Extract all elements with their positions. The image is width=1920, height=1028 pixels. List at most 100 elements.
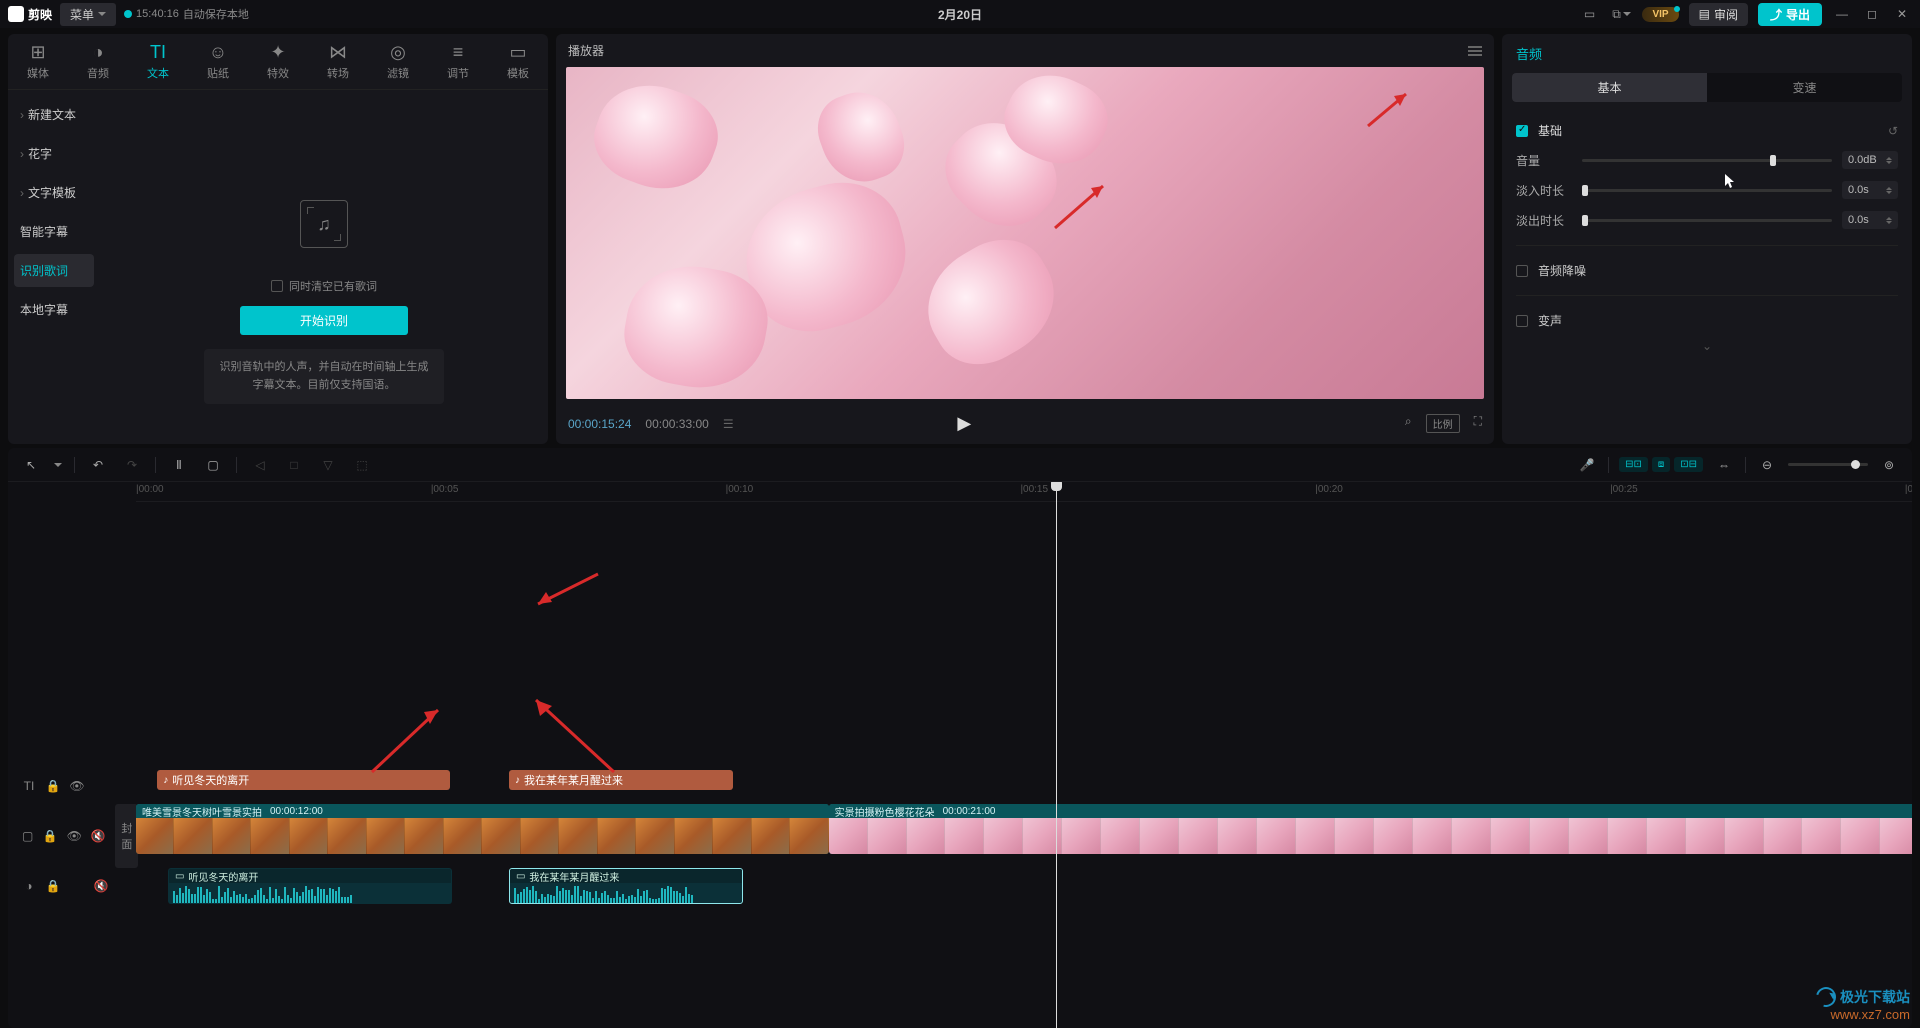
playhead[interactable] [1056, 482, 1057, 1028]
lyric-description: 识别音轨中的人声，并自动在时间轴上生成字幕文本。目前仅支持国语。 [204, 349, 444, 404]
video-clip[interactable]: 唯美雪景冬天树叶雪景实拍00:00:12:00 [136, 804, 829, 854]
volume-value[interactable]: 0.0dB [1842, 151, 1898, 169]
media-tab-1[interactable]: ◑音频 [68, 34, 128, 89]
sidebar-item-4[interactable]: 识别歌词 [14, 254, 94, 287]
media-tab-label: 文本 [147, 65, 169, 81]
media-tab-3[interactable]: ☺贴纸 [188, 34, 248, 89]
text-clip[interactable]: ♪我在某年某月醒过来 [509, 770, 733, 790]
reset-icon[interactable]: ↺ [1888, 124, 1898, 138]
snap-btn-2[interactable]: ⧈ [1652, 457, 1670, 472]
lock-icon[interactable]: 🔒 [46, 779, 60, 793]
media-tab-7[interactable]: ≡调节 [428, 34, 488, 89]
zoom-out-icon[interactable]: ⊖ [1756, 454, 1778, 476]
media-tab-label: 媒体 [27, 65, 49, 81]
expand-icon[interactable]: ⌄ [1502, 335, 1912, 357]
layout-icon[interactable]: ▭ [1578, 5, 1600, 23]
zoom-fit-icon[interactable]: ⊚ [1878, 454, 1900, 476]
fadeout-value[interactable]: 0.0s [1842, 211, 1898, 229]
lock-icon[interactable]: 🔒 [46, 879, 60, 893]
crop-icon[interactable]: ⌕ [1405, 414, 1412, 433]
fadein-slider[interactable] [1582, 189, 1832, 192]
audio-track[interactable]: ▭听见冬天的离开 ▭我在某年某月醒过来 [136, 864, 1912, 908]
ruler-label: |00:00 [136, 484, 164, 495]
media-tab-4[interactable]: ✦特效 [248, 34, 308, 89]
video-track[interactable]: 唯美雪景冬天树叶雪景实拍00:00:12:00实景拍摄粉色樱花花朵00:00:2… [136, 802, 1912, 858]
audio-clip[interactable]: ▭我在某年某月醒过来 [509, 868, 743, 904]
sidebar-item-2[interactable]: 文字模板 [14, 176, 94, 209]
start-recognition-button[interactable]: 开始识别 [240, 306, 408, 335]
close-button[interactable]: ✕ [1892, 4, 1912, 24]
maximize-button[interactable]: ◻ [1862, 4, 1882, 24]
voice-change-checkbox[interactable] [1516, 315, 1528, 327]
eye-icon[interactable]: 👁 [70, 779, 84, 793]
tab-basic[interactable]: 基本 [1512, 73, 1707, 102]
voice-change-row[interactable]: 变声 [1502, 306, 1912, 335]
lock-icon[interactable]: 🔒 [43, 829, 57, 843]
sidebar-item-5[interactable]: 本地字幕 [14, 293, 94, 326]
review-label: 审阅 [1714, 6, 1738, 23]
export-button[interactable]: ⤴ 导出 [1758, 3, 1822, 26]
media-tab-6[interactable]: ◎滤镜 [368, 34, 428, 89]
delete-button[interactable]: ▢ [202, 454, 224, 476]
checkbox-icon [271, 280, 283, 292]
timeline-tracks[interactable]: |00:00|00:05|00:10|00:15|00:20|00:25|00:… [136, 482, 1912, 1028]
mic-icon[interactable]: 🎤 [1576, 454, 1598, 476]
snap-btn-1[interactable]: ⊟⊡ [1619, 457, 1648, 472]
play-button[interactable]: ▶ [957, 413, 971, 434]
tool-b[interactable]: □ [283, 454, 305, 476]
media-tab-8[interactable]: ▭模板 [488, 34, 548, 89]
sidebar-item-1[interactable]: 花字 [14, 137, 94, 170]
ratio-button[interactable]: 比例 [1426, 414, 1460, 433]
current-time: 00:00:15:24 [568, 417, 631, 431]
tab-speed[interactable]: 变速 [1707, 73, 1902, 102]
noise-reduce-checkbox[interactable] [1516, 265, 1528, 277]
fadeout-row: 淡出时长 0.0s [1502, 205, 1912, 235]
fullscreen-icon[interactable]: ⛶ [1474, 414, 1482, 433]
display-icon[interactable]: ⧉ [1610, 5, 1632, 23]
waveform [510, 883, 742, 904]
mute-icon[interactable]: 🔇 [91, 829, 105, 843]
zoom-slider[interactable] [1788, 463, 1868, 466]
basic-checkbox[interactable] [1516, 125, 1528, 137]
tool-a[interactable]: ◁ [249, 454, 271, 476]
tool-chevron-icon[interactable] [54, 463, 62, 467]
vip-badge[interactable]: VIP [1642, 7, 1678, 22]
section-basic-header: 基础 ↺ [1502, 116, 1912, 145]
media-tab-0[interactable]: ⊞媒体 [8, 34, 68, 89]
player-menu-icon[interactable] [1468, 46, 1482, 56]
redo-button[interactable]: ↷ [121, 454, 143, 476]
mute-icon[interactable]: 🔇 [94, 879, 108, 893]
pointer-tool[interactable]: ↖ [20, 454, 42, 476]
undo-button[interactable]: ↶ [87, 454, 109, 476]
cover-tag[interactable]: 封面 [115, 804, 138, 868]
noise-reduce-row[interactable]: 音频降噪 [1502, 256, 1912, 285]
text-track[interactable]: ♪听见冬天的离开 ♪我在某年某月醒过来 [136, 758, 1912, 802]
media-tab-2[interactable]: TI文本 [128, 34, 188, 89]
tool-c[interactable]: ▽ [317, 454, 339, 476]
time-ruler[interactable]: |00:00|00:05|00:10|00:15|00:20|00:25|00:… [136, 482, 1912, 502]
text-clip[interactable]: ♪听见冬天的离开 [157, 770, 450, 790]
menu-button[interactable]: 菜单 [60, 3, 116, 26]
media-tab-5[interactable]: ⋈转场 [308, 34, 368, 89]
fadeout-slider[interactable] [1582, 219, 1832, 222]
volume-slider[interactable] [1582, 159, 1832, 162]
clear-existing-checkbox[interactable]: 同时清空已有歌词 [271, 278, 377, 294]
video-preview[interactable] [566, 67, 1484, 399]
music-note-icon: ♪ [515, 775, 520, 786]
list-view-icon[interactable]: ☰ [723, 417, 734, 431]
align-icon[interactable]: ⇔ [1713, 454, 1735, 476]
review-button[interactable]: ▤ 审阅 [1689, 3, 1748, 26]
split-button[interactable]: Ⅱ [168, 454, 190, 476]
tool-d[interactable]: ⬚ [351, 454, 373, 476]
snap-btn-3[interactable]: ⊡⊟ [1674, 457, 1703, 472]
audio-clip[interactable]: ▭听见冬天的离开 [168, 868, 452, 904]
minimize-button[interactable]: — [1832, 4, 1852, 24]
sidebar-item-3[interactable]: 智能字幕 [14, 215, 94, 248]
sidebar-item-0[interactable]: 新建文本 [14, 98, 94, 131]
fadein-value[interactable]: 0.0s [1842, 181, 1898, 199]
volume-label: 音量 [1516, 152, 1572, 169]
video-clip-title: 唯美雪景冬天树叶雪景实拍 [142, 804, 262, 819]
eye-icon[interactable]: 👁 [67, 829, 81, 843]
media-tab-icon: ◑ [93, 42, 104, 63]
video-clip[interactable]: 实景拍摄粉色樱花花朵00:00:21:00 [829, 804, 1912, 854]
